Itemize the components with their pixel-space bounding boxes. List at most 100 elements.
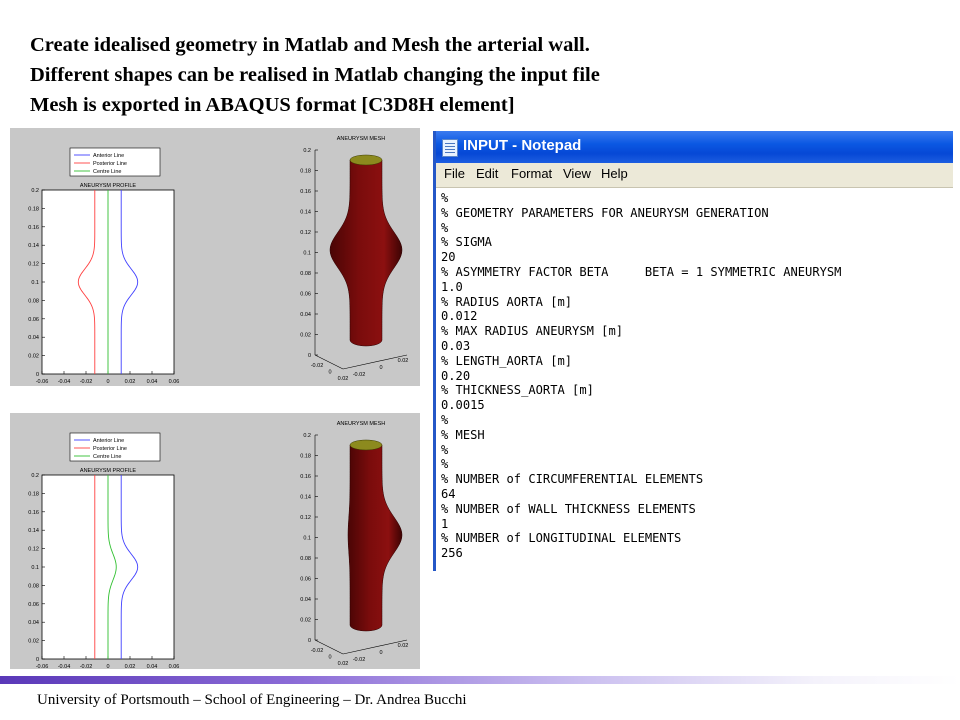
mesh-ztick-label: 0.12 <box>300 230 311 236</box>
profile-ytick-label: 0.08 <box>28 583 39 589</box>
profile-ytick-label: 0.06 <box>28 602 39 608</box>
title-line-2: Different shapes can be realised in Matl… <box>30 64 600 86</box>
notepad-line: 64 <box>441 486 456 501</box>
notepad-line: % <box>441 457 449 472</box>
vessel-surface <box>347 444 403 632</box>
mesh-ztick-label: 0.02 <box>300 333 311 339</box>
mesh-ztick-label: 0.06 <box>300 292 311 298</box>
profile-ytick-label: 0.02 <box>28 354 39 360</box>
menu-edit[interactable]: Edit <box>476 166 498 181</box>
notepad-line: % <box>441 191 449 205</box>
menu-help[interactable]: Help <box>601 166 628 181</box>
notepad-line: % THICKNESS_AORTA [m] <box>441 383 594 398</box>
legend-label: Posterior Line <box>93 446 127 452</box>
matlab-figure-asymmetric: ANEURYSM PROFILE 0.2 0.18 0.16 0.14 0.12 0.1 0.… <box>10 413 420 669</box>
profile-ytick-label: 0.12 <box>28 262 39 268</box>
profile-xtick-label: -0.04 <box>58 664 71 669</box>
profile-ytick-label: 0 <box>36 372 39 378</box>
menu-view[interactable]: View <box>563 166 591 181</box>
mesh-ztick-label: 0.16 <box>300 189 311 195</box>
mesh-title: ANEURYSM MESH <box>337 421 386 427</box>
footer-text: University of Portsmouth – School of Eng… <box>37 692 467 708</box>
profile-ytick-label: 0.1 <box>31 565 39 571</box>
mesh-xtick-label: 0.02 <box>338 661 349 667</box>
profile-xtick-label: 0 <box>106 664 109 669</box>
notepad-text-area[interactable]: % % GEOMETRY PARAMETERS FOR ANEURYSM GEN… <box>441 191 841 561</box>
profile-ytick-label: 0.18 <box>28 206 39 212</box>
matlab-figure-plot: ANEURYSM PROFILE 0.2 0.18 0.16 0.14 0.12 0.1 0.… <box>28 421 409 669</box>
profile-xtick-label: 0.06 <box>169 664 180 669</box>
profile-xtick-label: -0.06 <box>36 379 49 385</box>
profile-xtick-label: 0 <box>106 379 109 385</box>
notepad-line: % LENGTH_AORTA [m] <box>441 353 573 368</box>
profile-xtick-label: 0.02 <box>125 379 136 385</box>
legend-label: Posterior Line <box>93 161 127 167</box>
profile-ytick-label: 0.14 <box>28 528 39 534</box>
notepad-title: INPUT - Notepad <box>463 137 582 154</box>
notepad-line: % SIGMA <box>441 235 492 250</box>
menu-file[interactable]: File <box>444 166 465 181</box>
legend-label: Anterior Line <box>93 153 124 159</box>
mesh-ztick-label: 0 <box>308 353 311 359</box>
mesh-ytick-label: 0.02 <box>398 643 409 649</box>
mesh-ytick-label: 0 <box>379 365 382 371</box>
mesh-ztick-label: 0.2 <box>303 433 311 439</box>
profile-ytick-label: 0.2 <box>31 473 39 479</box>
notepad-line: 256 <box>441 546 463 561</box>
profile-ytick-label: 0.08 <box>28 298 39 304</box>
matlab-figure-plot: ANEURYSM PROFILE 0.2 0.18 0.16 0.14 0.12 0.1 0.… <box>28 136 408 385</box>
profile-ytick-label: 0.2 <box>31 188 39 194</box>
notepad-line: % MESH <box>441 427 485 442</box>
mesh-ztick-label: 0.18 <box>300 169 311 175</box>
profile-ytick-label: 0.18 <box>28 491 39 497</box>
legend-label: Anterior Line <box>93 438 124 444</box>
profile-xtick-label: -0.06 <box>36 664 49 669</box>
profile-xtick-label: 0.04 <box>147 664 158 669</box>
vessel-top-cap <box>349 154 383 166</box>
vessel-surface <box>329 159 403 347</box>
profile-xtick-label: -0.02 <box>80 379 93 385</box>
mesh-xtick-label: 0 <box>328 370 331 376</box>
mesh-ztick-label: 0.1 <box>303 251 311 257</box>
mesh-xtick-label: 0.02 <box>338 376 349 382</box>
mesh-ytick-label: -0.02 <box>353 657 366 663</box>
profile-ytick-label: 0.1 <box>31 280 39 286</box>
notepad-line: % NUMBER of LONGITUDINAL ELEMENTS <box>441 531 682 546</box>
notepad-line: 20 <box>441 250 456 265</box>
mesh-ztick-label: 0.12 <box>300 515 311 521</box>
mesh-ztick-label: 0.16 <box>300 474 311 480</box>
profile-ytick-label: 0.16 <box>28 225 39 231</box>
profile-ytick-label: 0.02 <box>28 639 39 645</box>
profile-ytick-label: 0.04 <box>28 335 39 341</box>
mesh-ztick-label: 0.02 <box>300 618 311 624</box>
mesh-ztick-label: 0.1 <box>303 536 311 542</box>
profile-ytick-label: 0 <box>36 657 39 663</box>
profile-title: ANEURYSM PROFILE <box>80 183 136 189</box>
notepad-line: 0.0015 <box>441 398 485 413</box>
mesh-xtick-label: -0.02 <box>311 363 324 369</box>
notepad-line: % NUMBER of CIRCUMFERENTIAL ELEMENTS <box>441 472 704 487</box>
notepad-line: % GEOMETRY PARAMETERS FOR ANEURYSM GENER… <box>441 205 769 220</box>
notepad-line: 1.0 <box>441 279 463 294</box>
notepad-line: % <box>441 412 449 427</box>
notepad-line: 0.03 <box>441 338 471 353</box>
mesh-xtick-label: -0.02 <box>311 648 324 654</box>
title-line-3: Mesh is exported in ABAQUS format [C3D8H… <box>30 94 515 116</box>
mesh-ztick-label: 0.08 <box>300 271 311 277</box>
mesh-ztick-label: 0.04 <box>300 312 311 318</box>
mesh-ytick-label: -0.02 <box>353 372 366 378</box>
mesh-title: ANEURYSM MESH <box>337 136 386 142</box>
notepad-line: 0.012 <box>441 309 478 324</box>
notepad-menubar: File Edit Format View Help <box>436 163 953 188</box>
profile-xtick-label: -0.02 <box>80 664 93 669</box>
profile-ytick-label: 0.04 <box>28 620 39 626</box>
menu-format[interactable]: Format <box>511 166 552 181</box>
notepad-window[interactable]: INPUT - Notepad File Edit Format View He… <box>433 131 953 571</box>
vessel-top-cap <box>349 439 383 451</box>
mesh-ztick-label: 0.14 <box>300 210 311 216</box>
notepad-line: % MAX RADIUS ANEURYSM [m] <box>441 324 624 339</box>
notepad-icon <box>442 139 458 157</box>
notepad-titlebar[interactable]: INPUT - Notepad <box>436 131 953 163</box>
notepad-line: % NUMBER of WALL THICKNESS ELEMENTS <box>441 501 696 516</box>
profile-xtick-label: -0.04 <box>58 379 71 385</box>
